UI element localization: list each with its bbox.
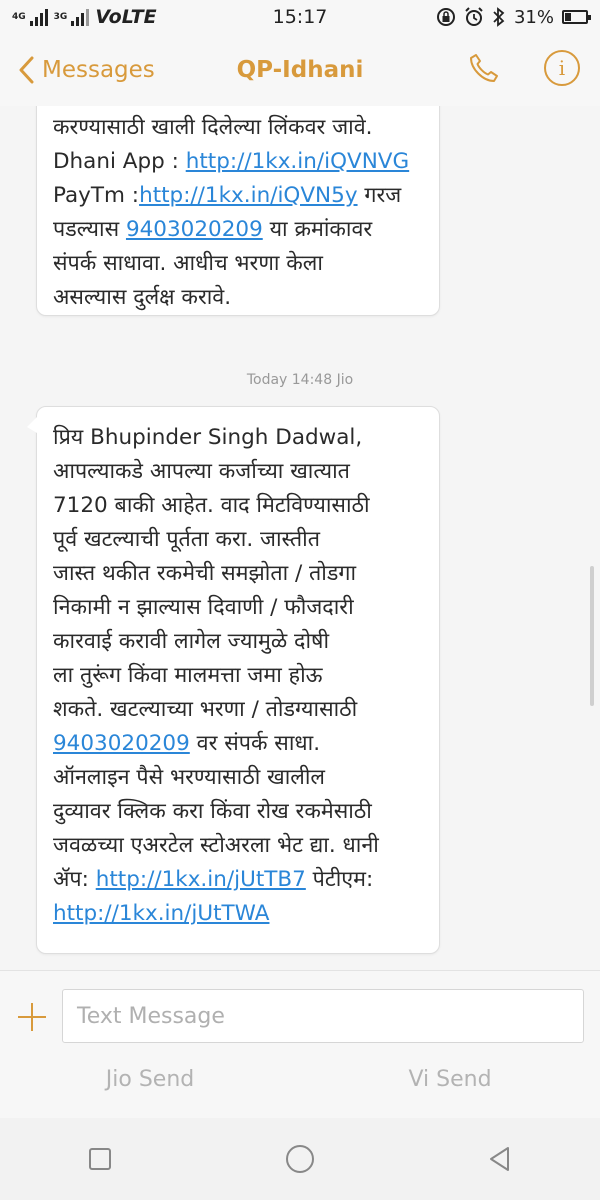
message-text: (मऊ‍प्रेमाने) पायाकरण भरणा करा ते करण्या… (53, 106, 425, 315)
home-button[interactable] (280, 1139, 320, 1179)
circle-icon (286, 1145, 314, 1173)
header-actions: i (468, 50, 580, 86)
composer: Text Message Jio Send Vi Send (0, 970, 600, 1118)
navigation-bar (0, 1118, 600, 1200)
message-text-run: प्रिय Bhupinder Singh Dadwal, (53, 425, 363, 450)
message-text-run: या क्रमांकावर (262, 217, 373, 242)
message-text: प्रिय Bhupinder Singh Dadwal, आपल्याकडे आ… (53, 421, 425, 931)
signal-icon-2 (71, 8, 90, 26)
attach-plus-icon[interactable] (14, 999, 50, 1035)
message-bubble[interactable]: (मऊ‍प्रेमाने) पायाकरण भरणा करा ते करण्या… (36, 106, 440, 316)
scrollbar[interactable] (590, 566, 594, 706)
back-label: Messages (42, 57, 155, 83)
message-text-run: पूर्व खटल्याची पूर्तता करा. जास्तीत (53, 527, 320, 552)
lock-rotation-icon (436, 8, 455, 26)
info-icon[interactable]: i (544, 50, 580, 86)
battery-icon (562, 10, 591, 24)
message-text-run: संपर्क साधावा. आधीच भरणा केला (53, 251, 323, 276)
message-text-run: PayTm : (53, 183, 140, 208)
recents-button[interactable] (80, 1139, 120, 1179)
message-text-run: पेटीएम: (305, 867, 374, 892)
message-bubble[interactable]: प्रिय Bhupinder Singh Dadwal, आपल्याकडे आ… (27, 406, 440, 954)
message-text-run: गरज (357, 183, 402, 208)
message-text-run: जास्त थकीत रकमेची समझोता / तोडगा (53, 561, 357, 586)
message-text-run: Dhani App : (53, 149, 186, 174)
phone-icon[interactable] (468, 52, 500, 84)
message-link[interactable]: http://1kx.in/jUtTB7 (96, 867, 306, 892)
bluetooth-icon (493, 7, 505, 27)
send-row: Jio Send Vi Send (0, 1067, 600, 1092)
message-link[interactable]: 9403020209 (126, 217, 263, 242)
message-link[interactable]: 9403020209 (53, 731, 190, 756)
network-type-1: 4G (12, 11, 26, 22)
message-text-run: दुव्यावर क्लिक करा किंवा रोख रकमेसाठी (53, 799, 372, 824)
back-button[interactable]: Messages (0, 56, 155, 84)
volte-label: VoLTE (95, 6, 157, 28)
alarm-icon (465, 7, 483, 26)
message-text-run: ऑनलाइन पैसे भरण्यासाठी खालील (53, 765, 326, 790)
message-link[interactable]: http://1kx.in/iQVNVG (186, 149, 409, 174)
message-input[interactable]: Text Message (62, 989, 584, 1043)
message-text-run: करण्यासाठी खाली दिलेल्या लिंकवर जावे. (53, 115, 373, 140)
message-text-run: पडल्यास (53, 217, 126, 242)
message-text-run: ला तुरूंग किंवा मालमत्ता जमा होऊ (53, 663, 323, 688)
conversation-header: Messages QP-Idhani i (0, 34, 600, 106)
message-text-run: कारवाई करावी लागेल ज्यामुळे दोषी (53, 629, 330, 654)
message-text-run: जवळच्या एअरटेल स्टोअरला भेट द्या. धानी (53, 833, 379, 858)
message-text-run: 7120 बाकी आहेत. वाद मिटविण्यासाठी (53, 493, 370, 518)
message-text-run: ॲप: (53, 867, 96, 892)
message-text-run: शकते. खटल्याच्या भरणा / तोडग्यासाठी (53, 697, 358, 722)
status-bar: 4G 3G VoLTE 15:17 31% (0, 0, 600, 34)
battery-percent: 31% (513, 6, 554, 28)
message-timestamp: Today 14:48 Jio (246, 372, 354, 388)
send-button-sim1[interactable]: Jio Send (0, 1067, 300, 1092)
status-right: 31% (436, 6, 591, 28)
message-link[interactable]: http://1kx.in/jUtTWA (53, 901, 269, 926)
back-nav-button[interactable] (480, 1139, 520, 1179)
message-link[interactable]: http://1kx.in/iQVN5y (139, 183, 358, 208)
message-text-run: वर संपर्क साधा. (189, 731, 321, 756)
message-text-run: असल्यास दुर्लक्ष करावे. (53, 285, 232, 310)
send-button-sim2[interactable]: Vi Send (300, 1067, 600, 1092)
triangle-back-icon (490, 1147, 509, 1171)
square-icon (89, 1148, 111, 1170)
network-type-2: 3G (53, 11, 68, 22)
message-list[interactable]: (मऊ‍प्रेमाने) पायाकरण भरणा करा ते करण्या… (0, 106, 600, 970)
message-text-run: आपल्याकडे आपल्या कर्जाच्या खात्यात (53, 459, 350, 484)
status-left: 4G 3G VoLTE (12, 6, 157, 28)
plus-icon (18, 1003, 46, 1031)
signal-icon-1 (29, 8, 48, 26)
chevron-left-icon (19, 56, 34, 84)
message-text-run: निकामी न झाल्यास दिवाणी / फौजदारी (53, 595, 354, 620)
